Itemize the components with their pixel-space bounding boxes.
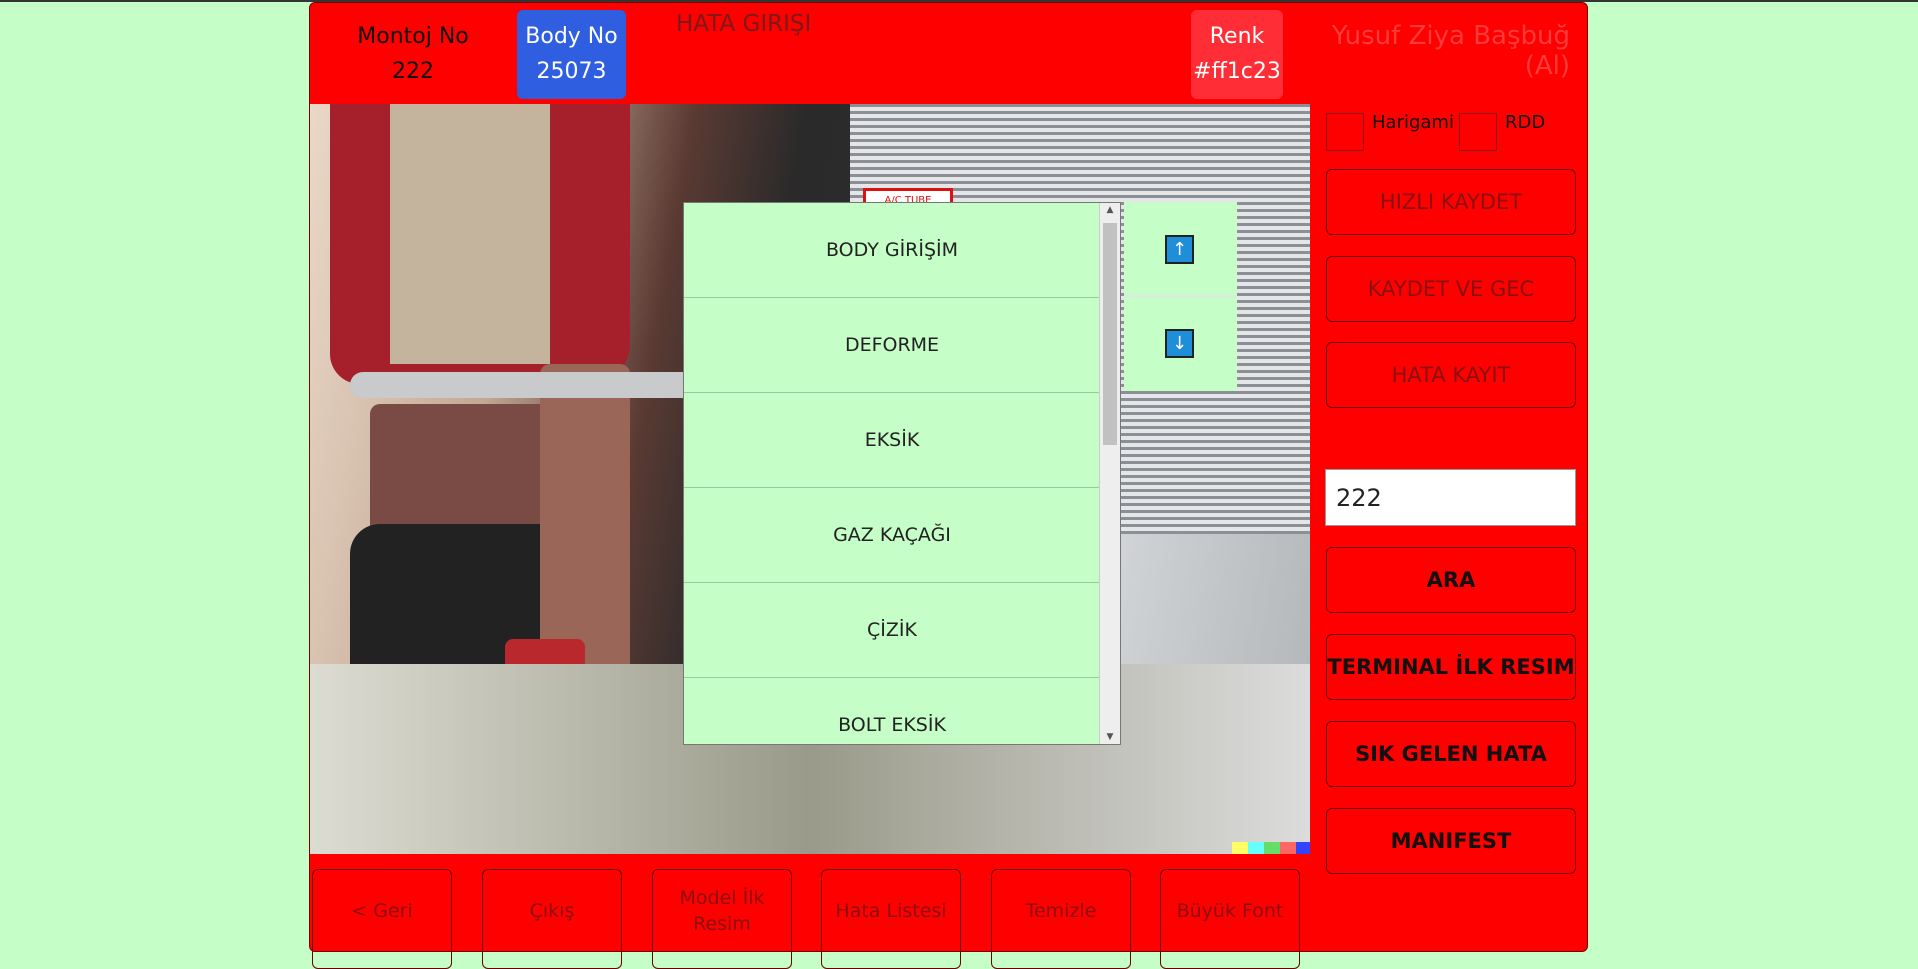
- cikis-button[interactable]: Çıkış: [482, 869, 622, 969]
- temizle-button[interactable]: Temizle: [991, 869, 1131, 969]
- rdd-checkbox-group: RDD: [1459, 111, 1546, 151]
- plate-shape: [390, 104, 550, 364]
- arrow-down-icon[interactable]: ↓: [1165, 329, 1194, 358]
- arrow-up-icon[interactable]: ↑: [1165, 235, 1194, 264]
- montoj-no-value: 222: [392, 59, 434, 84]
- list-scrollbar[interactable]: ▲ ▼: [1099, 203, 1120, 744]
- list-item[interactable]: EKSİK: [684, 393, 1100, 488]
- color-swatches: [1232, 842, 1310, 854]
- list-item[interactable]: BOLT EKSİK: [684, 678, 1100, 744]
- swatch-4: [1280, 842, 1296, 854]
- renk-badge: Renk #ff1c23: [1191, 10, 1283, 99]
- montoj-no-box: Montoj No 222: [338, 19, 488, 89]
- list-item[interactable]: DEFORME: [684, 298, 1100, 393]
- montoj-no-label: Montoj No: [357, 24, 469, 49]
- ara-button[interactable]: ARA: [1326, 547, 1576, 613]
- list-item[interactable]: GAZ KAÇAĞI: [684, 488, 1100, 583]
- hata-kayit-button[interactable]: HATA KAYIT: [1326, 342, 1576, 408]
- rdd-label: RDD: [1505, 111, 1546, 133]
- search-input[interactable]: [1325, 469, 1576, 526]
- body-no-label: Body No: [525, 24, 618, 49]
- hizli-kaydet-button[interactable]: HIZLI KAYDET: [1326, 169, 1576, 235]
- list-item[interactable]: BODY GİRİŞİM: [684, 203, 1100, 298]
- harigami-label: Harigami: [1372, 111, 1454, 133]
- body-no-value: 25073: [536, 59, 607, 84]
- scroll-up-arrow-icon[interactable]: ▲: [1100, 205, 1120, 215]
- swatch-1: [1232, 842, 1248, 854]
- buyuk-font-button[interactable]: Büyük Font: [1160, 869, 1300, 969]
- app-panel: Montoj No 222 Body No 25073 HATA GIRIŞI …: [309, 2, 1588, 969]
- scroll-down-arrow-icon[interactable]: ▼: [1100, 732, 1120, 742]
- sik-gelen-hata-button[interactable]: SIK GELEN HATA: [1326, 721, 1576, 787]
- list-nav-panel: ↑ ↓: [1124, 202, 1237, 391]
- scrollbar-thumb[interactable]: [1103, 223, 1117, 445]
- up-row: ↑: [1124, 202, 1237, 298]
- body-no-badge: Body No 25073: [517, 10, 626, 99]
- hata-listesi-button[interactable]: Hata Listesi: [821, 869, 961, 969]
- renk-value: #ff1c23: [1193, 59, 1281, 84]
- defect-type-list: BODY GİRİŞİM DEFORME EKSİK GAZ KAÇAĞI Çİ…: [683, 202, 1121, 745]
- harigami-checkbox-group: Harigami: [1326, 111, 1454, 151]
- swatch-5: [1296, 842, 1310, 854]
- rdd-checkbox[interactable]: [1459, 113, 1497, 151]
- renk-label: Renk: [1209, 24, 1265, 49]
- harigami-checkbox[interactable]: [1326, 113, 1364, 151]
- user-name: Yusuf Ziya Başbuğ (Al): [1331, 21, 1570, 81]
- list-item[interactable]: ÇİZİK: [684, 583, 1100, 678]
- model-ilk-resim-button[interactable]: Model İlk Resim: [652, 869, 792, 969]
- geri-button[interactable]: < Geri: [312, 869, 452, 969]
- swatch-2: [1248, 842, 1264, 854]
- manifest-button[interactable]: MANIFEST: [1326, 808, 1576, 874]
- terminal-ilk-resim-button[interactable]: TERMINAL İLK RESIM: [1326, 634, 1576, 700]
- kaydet-ve-gec-button[interactable]: KAYDET VE GEC: [1326, 256, 1576, 322]
- swatch-3: [1264, 842, 1280, 854]
- down-row: ↓: [1124, 298, 1237, 391]
- page-title: HATA GIRIŞI: [676, 11, 812, 37]
